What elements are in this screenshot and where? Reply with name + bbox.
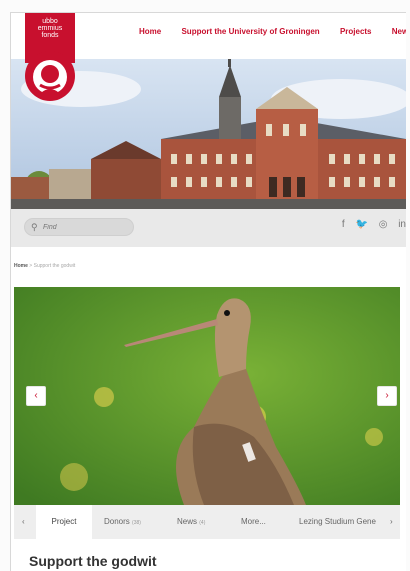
tab-donors-label: Donors [104,517,130,526]
godwit-photo-slider: ‹ › [14,287,400,505]
whatsapp-icon[interactable]: ◎ [379,219,388,230]
nav-home[interactable]: Home [139,27,161,36]
breadcrumb: Home > Support the godwit [14,263,75,269]
tab-news-count: (4) [199,520,206,526]
nav-news[interactable]: News [392,27,406,36]
search-icon: ⚲ [31,222,38,232]
social-links: f 🐦 ◎ in [334,219,406,230]
page-title: Support the godwit [29,553,157,569]
tab-project-label: Project [51,517,77,526]
slider-prev-button[interactable]: ‹ [26,386,46,406]
tab-more-label: More... [241,517,266,526]
breadcrumb-current: Support the godwit [33,263,76,269]
tabs-scroll-right-icon[interactable]: › [390,505,393,539]
portrait-icon [25,51,75,101]
tab-more[interactable]: More... [241,505,266,539]
search-box[interactable]: ⚲ [24,218,134,236]
breadcrumb-home[interactable]: Home [14,263,28,269]
nav-support[interactable]: Support the University of Groningen [181,27,319,36]
tab-donors-count: (38) [132,520,141,526]
tabs-scroll-left-icon[interactable]: ‹ [22,505,25,539]
browser-frame: Home Support the University of Groningen… [10,12,406,571]
logo-line-1: ubbo [42,18,58,25]
ubbo-emmius-logo[interactable]: ubbo emmius fonds [25,13,75,103]
tab-news-label: News [177,517,198,526]
tab-project[interactable]: Project [36,505,92,539]
tab-lezing[interactable]: Lezing Studium Gene [299,505,387,539]
linkedin-icon[interactable]: in [398,219,406,230]
twitter-icon[interactable]: 🐦 [355,219,367,230]
facebook-icon[interactable]: f [342,219,345,230]
logo-line-2: emmius [37,25,63,32]
content-tabs: ‹ Project Donors (38) News (4) More... L… [14,505,400,539]
search-input[interactable] [43,221,129,233]
slider-next-button[interactable]: › [377,386,397,406]
nav-projects[interactable]: Projects [340,27,372,36]
main-nav: Home Support the University of Groningen… [139,27,406,36]
search-bar: ⚲ f 🐦 ◎ in [11,209,406,247]
logo-line-3: fonds [41,32,59,39]
tab-lezing-label: Lezing Studium Gene [299,517,376,526]
godwit-image [14,287,400,505]
tab-news[interactable]: News (4) [177,505,205,539]
tab-donors[interactable]: Donors (38) [104,505,141,539]
